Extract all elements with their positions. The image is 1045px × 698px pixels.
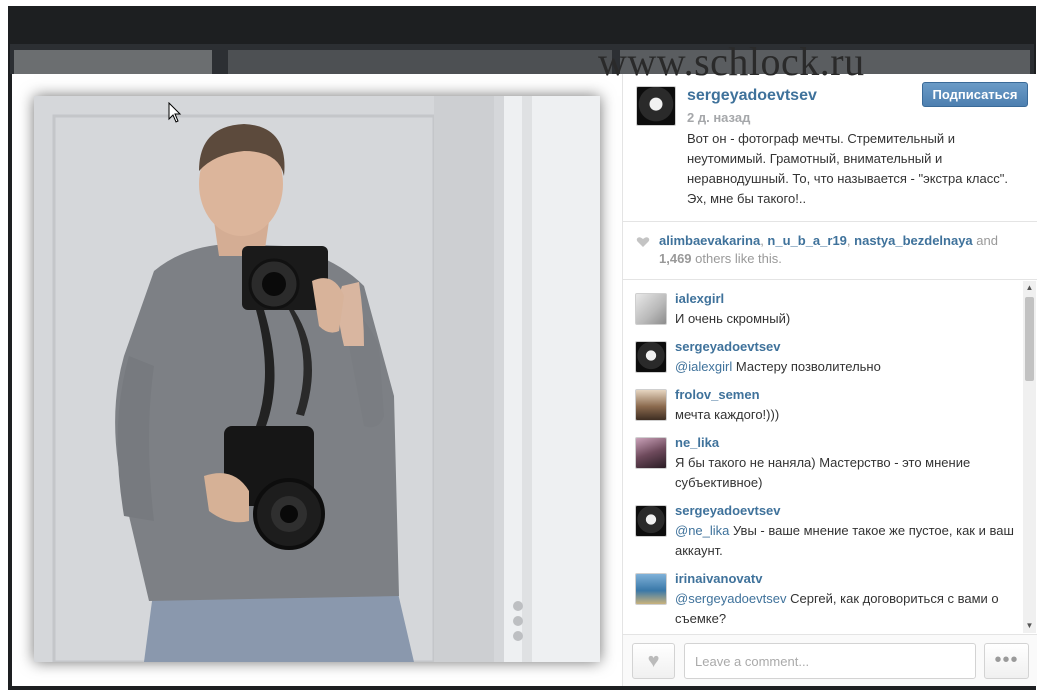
comment-text: @sergeyadoevtsev Сергей, как договоритьс… <box>675 589 1020 629</box>
more-options-button[interactable]: ••• <box>984 643 1029 679</box>
scroll-up-arrow-icon[interactable]: ▲ <box>1023 281 1036 295</box>
comment-username[interactable]: ne_lika <box>675 435 719 450</box>
post-header: sergeyadoevtsev 2 д. назад Вот он - фото… <box>623 74 1037 222</box>
likes-summary: alimbaevakarina, n_u_b_a_r19, nastya_bez… <box>623 222 1037 280</box>
post-modal: sergeyadoevtsev 2 д. назад Вот он - фото… <box>12 74 1037 686</box>
comments-list[interactable]: ialexgirl И очень скромный) sergeyadoevt… <box>623 281 1023 633</box>
comment-username[interactable]: irinaivanovatv <box>675 571 762 586</box>
author-avatar[interactable] <box>636 86 676 126</box>
likes-and: and <box>976 233 998 248</box>
commenter-avatar[interactable] <box>635 389 667 421</box>
heart-icon: ♥ <box>647 650 660 672</box>
post-timestamp[interactable]: 2 д. назад <box>687 110 750 125</box>
liker-link[interactable]: nastya_bezdelnaya <box>854 233 973 248</box>
comment-body: Мастеру позволительно <box>732 359 881 374</box>
comment-mention[interactable]: @ialexgirl <box>675 359 732 374</box>
commenter-avatar[interactable] <box>635 505 667 537</box>
liker-link[interactable]: alimbaevakarina <box>659 233 760 248</box>
author-username[interactable]: sergeyadoevtsev <box>687 87 817 105</box>
heart-icon <box>636 235 650 253</box>
commenter-avatar[interactable] <box>635 573 667 605</box>
comment-mention[interactable]: @ne_lika <box>675 523 729 538</box>
liker-link[interactable]: n_u_b_a_r19 <box>767 233 847 248</box>
cursor-icon <box>168 101 182 129</box>
background-thumbnail <box>14 50 212 74</box>
comment-text: И очень скромный) <box>675 309 1020 329</box>
comment-footer: ♥ ••• <box>623 634 1037 686</box>
comment-body: мечта каждого!))) <box>675 407 780 422</box>
comment-text: @ne_lika Увы - ваше мнение такое же пуст… <box>675 521 1020 561</box>
comment-text: мечта каждого!))) <box>675 405 1020 425</box>
comment-username[interactable]: sergeyadoevtsev <box>675 339 781 354</box>
comment-text: Я бы такого не наняла) Мастерство - это … <box>675 453 1020 493</box>
watermark: www.schlock.ru <box>598 39 865 84</box>
comment-username[interactable]: frolov_semen <box>675 387 760 402</box>
comments-scrollbar[interactable]: ▲ ▼ <box>1023 281 1036 633</box>
scroll-thumb[interactable] <box>1025 297 1034 381</box>
photo-area <box>12 74 622 686</box>
likes-count[interactable]: 1,469 <box>659 251 692 266</box>
comment-body: И очень скромный) <box>675 311 791 326</box>
commenter-avatar[interactable] <box>635 293 667 325</box>
comment-username[interactable]: sergeyadoevtsev <box>675 503 781 518</box>
comment-username[interactable]: ialexgirl <box>675 291 724 306</box>
comment-body: Я бы такого не наняла) Мастерство - это … <box>675 455 971 490</box>
likes-suffix: others like this. <box>695 251 782 266</box>
commenter-avatar[interactable] <box>635 437 667 469</box>
like-button[interactable]: ♥ <box>632 643 675 679</box>
scroll-down-arrow-icon[interactable]: ▼ <box>1023 619 1036 633</box>
comment-text: @ialexgirl Мастеру позволительно <box>675 357 1020 377</box>
follow-button[interactable]: Подписаться <box>922 82 1028 107</box>
post-caption: Вот он - фотограф мечты. Стремительный и… <box>687 131 1008 206</box>
comment-mention[interactable]: @sergeyadoevtsev <box>675 591 786 606</box>
background-thumbnail <box>228 50 612 74</box>
post-photo[interactable] <box>34 96 600 662</box>
commenter-avatar[interactable] <box>635 341 667 373</box>
comment-input[interactable] <box>684 643 976 679</box>
post-info-panel: sergeyadoevtsev 2 д. назад Вот он - фото… <box>622 74 1037 686</box>
